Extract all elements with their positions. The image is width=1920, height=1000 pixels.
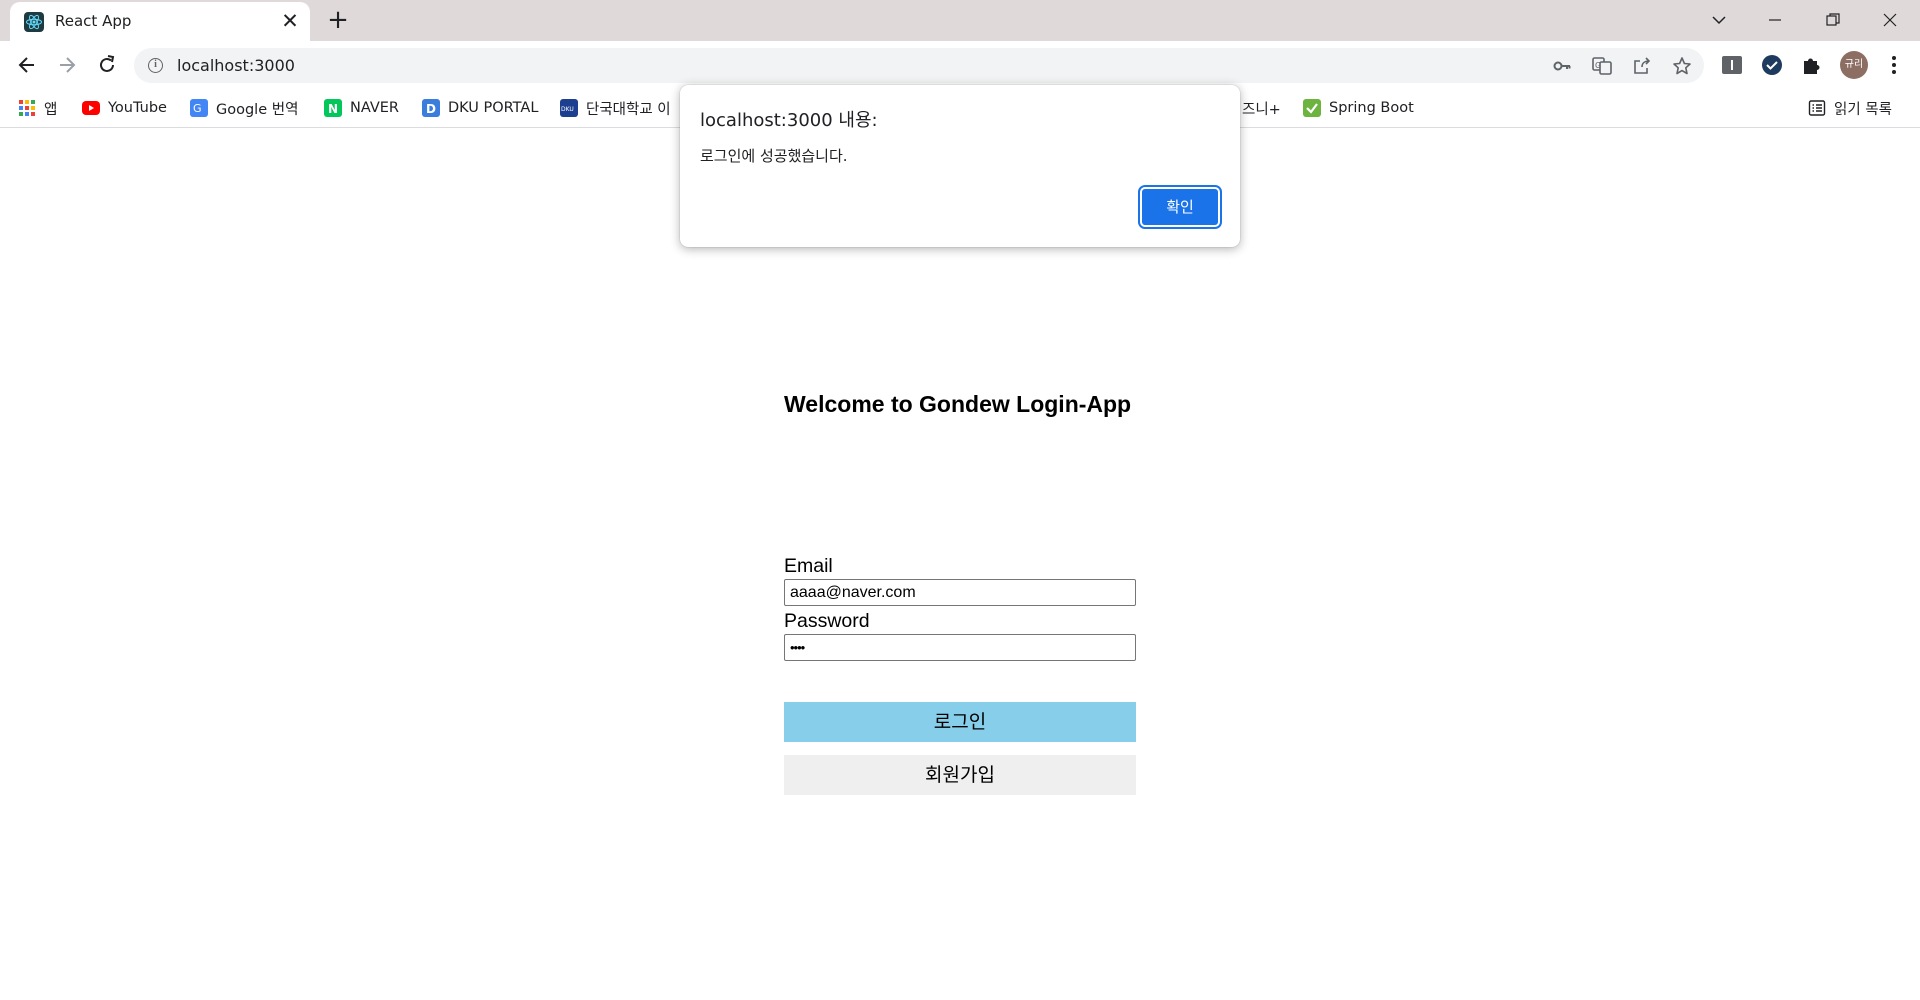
- forward-arrow-icon[interactable]: [52, 50, 82, 80]
- bookmark-disney[interactable]: 즈니+: [1242, 97, 1281, 119]
- login-button[interactable]: 로그인: [784, 702, 1136, 742]
- menu-dots-icon[interactable]: [1882, 53, 1906, 77]
- checkmark-icon: [1303, 99, 1321, 117]
- naver-icon: N: [324, 99, 342, 117]
- tab-strip: React App ✕ +: [0, 0, 1920, 41]
- bookmark-label: Google 번역: [216, 101, 299, 118]
- apps-grid-icon: [18, 99, 36, 117]
- bookmark-label: 앱: [44, 101, 58, 118]
- svg-text:D: D: [426, 102, 436, 116]
- new-tab-icon[interactable]: +: [324, 7, 352, 35]
- dku-portal-icon: D: [422, 99, 440, 117]
- email-field[interactable]: aaaa@naver.com: [784, 579, 1136, 606]
- bookmark-dku[interactable]: DKU 단국대학교 이: [560, 97, 671, 119]
- profile-avatar[interactable]: 규리: [1840, 51, 1868, 79]
- reading-list-label: 읽기 목록: [1834, 101, 1892, 118]
- bookmark-dku-portal[interactable]: D DKU PORTAL: [422, 97, 538, 119]
- share-icon[interactable]: [1632, 56, 1652, 76]
- svg-text:G: G: [193, 102, 202, 115]
- bookmark-star-icon[interactable]: [1672, 56, 1692, 76]
- extension-reader-icon[interactable]: [1720, 53, 1744, 77]
- tab-search-icon[interactable]: [1696, 4, 1742, 36]
- dialog-ok-button[interactable]: 확인: [1140, 187, 1220, 227]
- svg-text:DKU: DKU: [561, 106, 574, 113]
- bookmark-naver[interactable]: N NAVER: [324, 97, 399, 119]
- bookmark-apps[interactable]: 앱: [18, 97, 57, 119]
- site-info-icon[interactable]: i: [148, 58, 163, 73]
- react-icon: [24, 12, 44, 32]
- svg-text:G: G: [1595, 61, 1601, 70]
- reading-list-icon: [1808, 99, 1826, 117]
- youtube-icon: [82, 101, 100, 115]
- address-bar[interactable]: i localhost:3000 G: [134, 48, 1704, 83]
- bookmark-label: DKU PORTAL: [448, 100, 539, 116]
- tab-title: React App: [55, 12, 132, 30]
- bookmark-youtube[interactable]: YouTube: [82, 97, 167, 119]
- page-title: Welcome to Gondew Login-App: [784, 391, 1132, 417]
- reading-list-button[interactable]: 읽기 목록: [1808, 97, 1892, 119]
- bookmark-label: YouTube: [108, 100, 167, 116]
- dku-icon: DKU: [560, 99, 578, 117]
- extensions-puzzle-icon[interactable]: [1800, 53, 1824, 77]
- close-tab-icon[interactable]: ✕: [278, 9, 302, 33]
- bookmark-google-translate[interactable]: G Google 번역: [190, 97, 298, 119]
- svg-text:N: N: [328, 102, 338, 116]
- browser-toolbar: i localhost:3000 G 규리: [0, 41, 1920, 89]
- password-field[interactable]: ••••: [784, 634, 1136, 661]
- close-window-icon[interactable]: [1867, 4, 1913, 36]
- browser-tab[interactable]: React App ✕: [10, 2, 310, 41]
- dialog-message: 로그인에 성공했습니다.: [700, 147, 848, 165]
- dialog-title: localhost:3000 내용:: [700, 110, 878, 131]
- key-icon[interactable]: [1552, 56, 1572, 76]
- minimize-icon[interactable]: [1752, 4, 1798, 36]
- reload-icon[interactable]: [92, 50, 122, 80]
- bookmark-label: 단국대학교 이: [586, 101, 671, 118]
- restore-icon[interactable]: [1810, 4, 1856, 36]
- extension-check-icon[interactable]: [1760, 53, 1784, 77]
- alert-dialog: localhost:3000 내용: 로그인에 성공했습니다. 확인: [680, 85, 1240, 247]
- bookmark-label: NAVER: [350, 100, 399, 116]
- address-url[interactable]: localhost:3000: [177, 56, 295, 75]
- password-label: Password: [784, 610, 870, 632]
- translate-icon[interactable]: G: [1592, 56, 1612, 76]
- google-translate-icon: G: [190, 99, 208, 117]
- email-label: Email: [784, 555, 833, 577]
- back-arrow-icon[interactable]: [12, 50, 42, 80]
- bookmark-spring-boot[interactable]: Spring Boot: [1303, 97, 1414, 119]
- bookmark-label: 즈니+: [1242, 101, 1281, 118]
- bookmark-label: Spring Boot: [1329, 100, 1414, 116]
- signup-button[interactable]: 회원가입: [784, 755, 1136, 795]
